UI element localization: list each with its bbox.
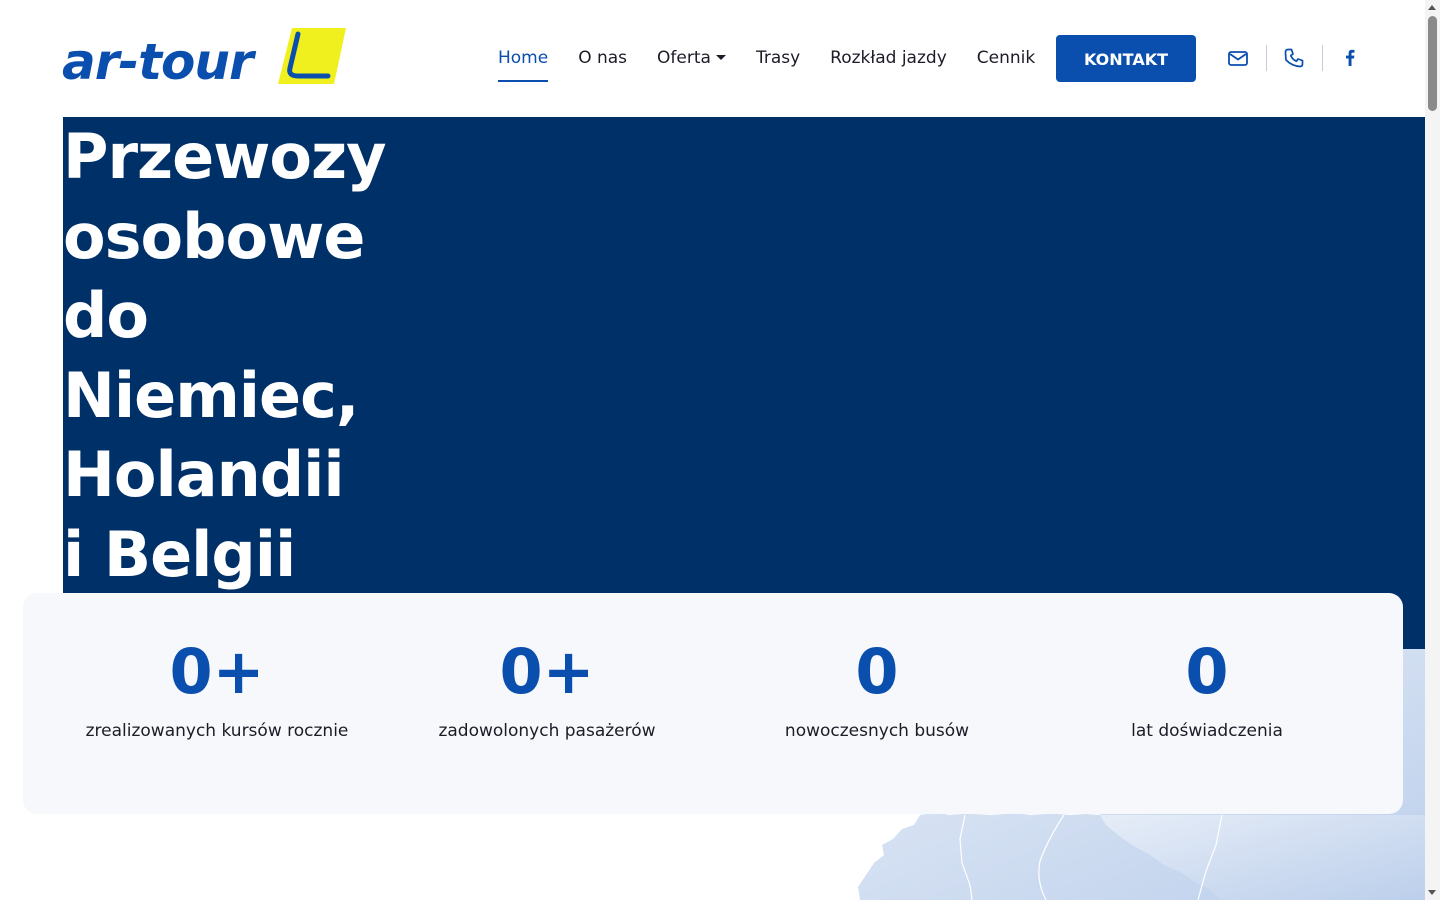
mail-icon[interactable]: [1227, 47, 1249, 69]
phone-icon[interactable]: [1283, 47, 1305, 69]
scroll-down-arrow-icon[interactable]: [1428, 890, 1436, 895]
stats-panel: 0+ zrealizowanych kursów rocznie 0+ zado…: [23, 593, 1403, 814]
stat-value: 0+: [499, 635, 595, 708]
facebook-icon[interactable]: [1339, 47, 1361, 69]
scroll-up-arrow-icon[interactable]: [1428, 5, 1436, 10]
hero-title-line: Niemiec,: [63, 358, 359, 432]
nav-item-trasy[interactable]: Trasy: [756, 34, 800, 82]
site-header: ar-tour Home O nas Oferta Trasy Rozkład …: [0, 0, 1425, 117]
kontakt-button[interactable]: KONTAKT: [1056, 35, 1196, 82]
stat-value: 0: [855, 635, 899, 708]
stat-value: 0+: [169, 635, 265, 708]
nav-item-home[interactable]: Home: [498, 34, 549, 82]
nav-item-rozklad-jazdy[interactable]: Rozkład jazdy: [830, 34, 947, 82]
hero-title-line: i Belgii: [63, 517, 296, 591]
hero-title-line: Holandii: [63, 438, 345, 511]
stat-label: nowoczesnych busów: [784, 721, 970, 741]
nav-item-oferta[interactable]: Oferta: [657, 34, 726, 82]
logo[interactable]: ar-tour: [62, 28, 346, 90]
chevron-down-icon: [715, 54, 726, 60]
stat-label: zrealizowanych kursów rocznie: [85, 721, 349, 741]
nav-item-cennik[interactable]: Cennik: [977, 34, 1035, 82]
nav-item-oferta-label: Oferta: [657, 48, 711, 68]
stat-label: zadowolonych pasażerów: [438, 721, 656, 741]
hero-banner: Przewozy osobowe do Niemiec, Holandii i …: [63, 117, 1425, 649]
hero-title-line: do: [63, 279, 149, 352]
logo-text: ar-tour: [62, 33, 254, 91]
nav-item-o-nas[interactable]: O nas: [578, 34, 627, 82]
stat-label: lat doświadczenia: [1131, 721, 1283, 741]
scrollbar-thumb[interactable]: [1428, 16, 1437, 111]
logo-mark-icon: [278, 28, 346, 84]
header-divider: [1322, 45, 1323, 71]
page-scrollbar[interactable]: [1425, 0, 1440, 900]
hero-title-line: Przewozy: [63, 120, 387, 193]
header-divider: [1266, 45, 1267, 71]
hero-title-line: osobowe: [63, 199, 365, 273]
main-nav: Home O nas Oferta Trasy Rozkład jazdy Ce…: [498, 34, 1065, 82]
hero-title: Przewozy osobowe do Niemiec, Holandii i …: [63, 117, 387, 594]
stat-value: 0: [1185, 635, 1229, 708]
